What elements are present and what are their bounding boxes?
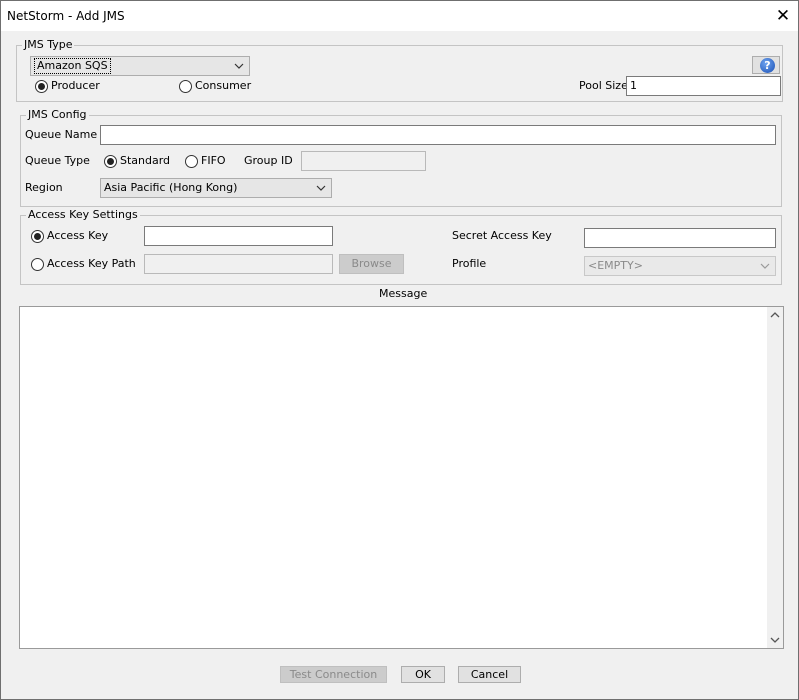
profile-select[interactable]: <EMPTY>: [584, 256, 776, 276]
access-key-radio[interactable]: [31, 230, 44, 243]
help-button[interactable]: ?: [752, 56, 780, 74]
access-key-path-label: Access Key Path: [47, 257, 136, 270]
consumer-label: Consumer: [195, 79, 252, 92]
title-bar: NetStorm - Add JMS ✕: [1, 1, 798, 31]
secret-access-key-input[interactable]: [584, 228, 776, 248]
standard-radio[interactable]: [104, 155, 117, 168]
jms-type-legend: JMS Type: [22, 38, 75, 52]
region-label: Region: [25, 181, 63, 194]
chevron-down-icon: [316, 185, 326, 191]
producer-label: Producer: [51, 79, 100, 92]
help-icon: ?: [760, 58, 775, 73]
chevron-down-icon: [760, 263, 770, 269]
test-connection-button[interactable]: Test Connection: [280, 666, 387, 683]
message-textarea[interactable]: [19, 306, 784, 649]
message-scrollbar[interactable]: [767, 307, 783, 648]
pool-size-label: Pool Size: [579, 79, 628, 92]
queue-name-input[interactable]: [100, 125, 776, 145]
fifo-radio[interactable]: [185, 155, 198, 168]
profile-label: Profile: [452, 257, 487, 270]
standard-label: Standard: [120, 154, 171, 167]
access-key-path-input[interactable]: [144, 254, 333, 274]
group-id-label: Group ID: [244, 154, 293, 167]
add-jms-dialog: NetStorm - Add JMS ✕ JMS Type Amazon SQS…: [0, 0, 799, 700]
scroll-up-icon[interactable]: [767, 307, 783, 323]
profile-value: <EMPTY>: [588, 259, 643, 272]
fifo-label: FIFO: [201, 154, 226, 167]
access-key-settings-legend: Access Key Settings: [26, 208, 140, 222]
cancel-button[interactable]: Cancel: [458, 666, 521, 683]
region-value: Asia Pacific (Hong Kong): [104, 181, 238, 194]
close-icon[interactable]: ✕: [768, 1, 798, 31]
browse-button[interactable]: Browse: [339, 254, 404, 274]
access-key-path-radio[interactable]: [31, 258, 44, 271]
region-select[interactable]: Asia Pacific (Hong Kong): [100, 178, 332, 198]
message-label: Message: [379, 287, 428, 300]
jms-type-select[interactable]: Amazon SQS: [30, 56, 250, 76]
queue-type-label: Queue Type: [25, 154, 90, 167]
consumer-radio[interactable]: [179, 80, 192, 93]
ok-button[interactable]: OK: [401, 666, 445, 683]
producer-radio[interactable]: [35, 80, 48, 93]
queue-name-label: Queue Name: [25, 128, 98, 141]
group-id-input[interactable]: [301, 151, 426, 171]
access-key-input[interactable]: [144, 226, 333, 246]
pool-size-input[interactable]: 1: [626, 76, 781, 96]
chevron-down-icon: [234, 63, 244, 69]
scroll-down-icon[interactable]: [767, 632, 783, 648]
window-title: NetStorm - Add JMS: [7, 9, 125, 23]
access-key-label: Access Key: [47, 229, 109, 242]
jms-type-value: Amazon SQS: [34, 58, 111, 74]
secret-access-key-label: Secret Access Key: [452, 229, 552, 242]
jms-config-legend: JMS Config: [26, 108, 89, 122]
